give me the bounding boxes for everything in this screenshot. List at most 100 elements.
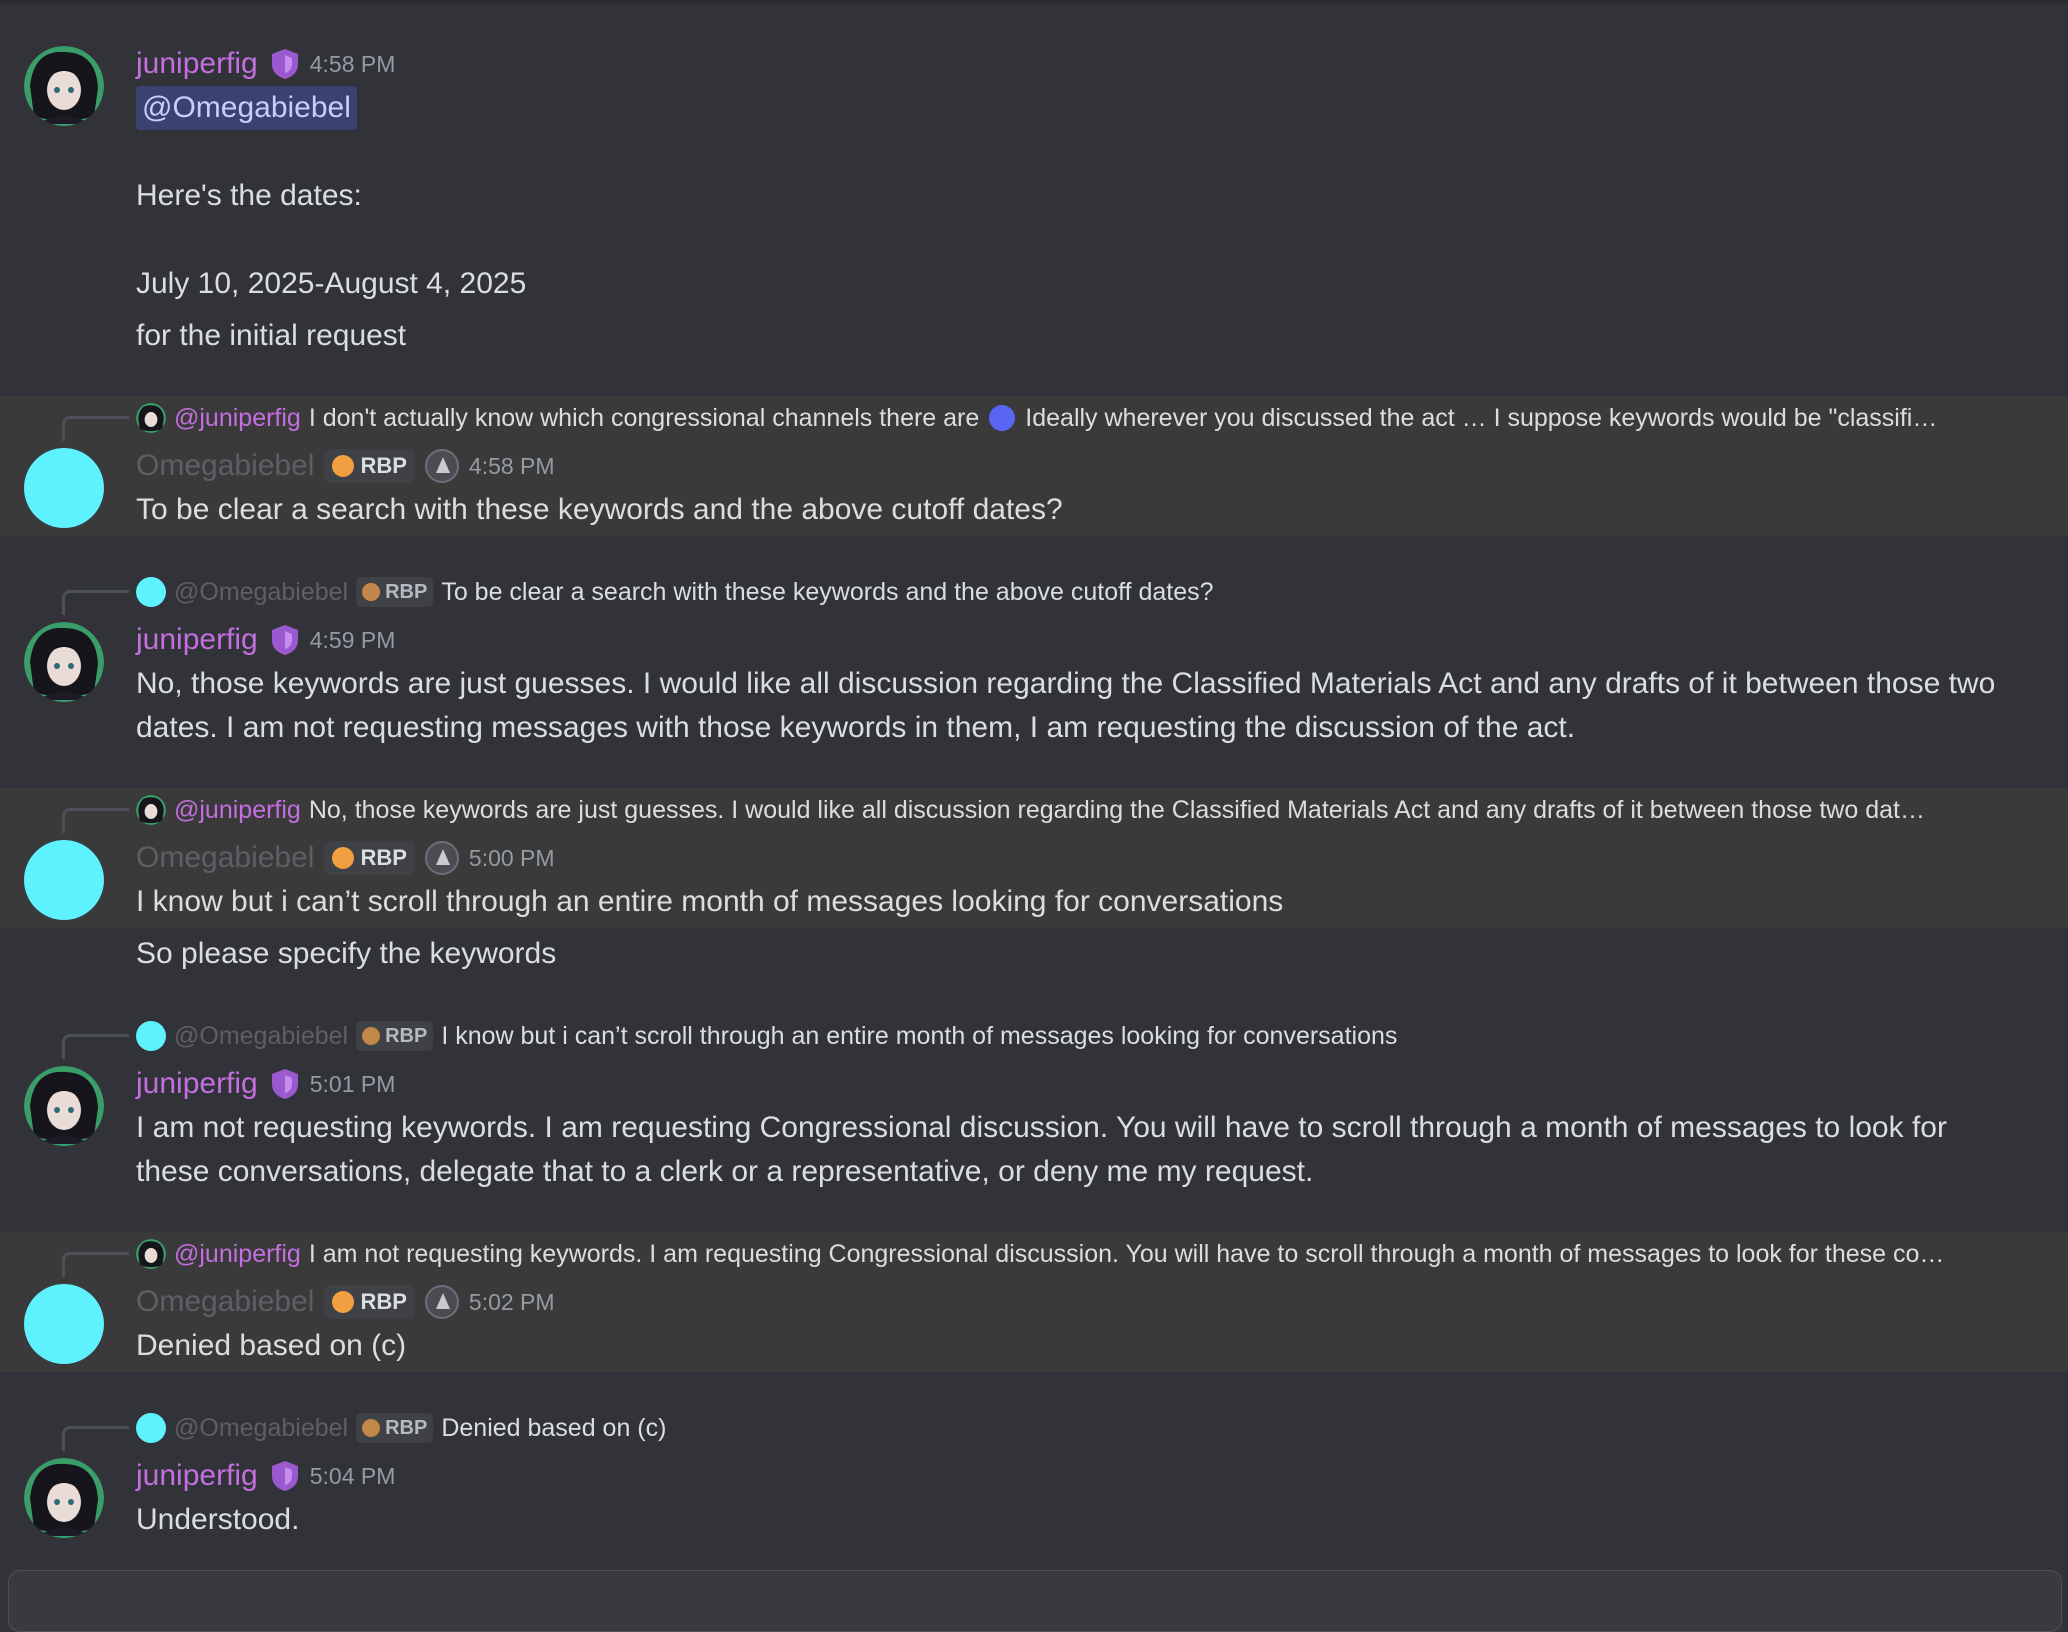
reply-text: I don't actually know which congressiona… (308, 403, 980, 432)
username[interactable]: Omegabiebel (136, 1285, 314, 1319)
capitol-badge-icon[interactable] (424, 449, 459, 483)
shield-icon (271, 625, 298, 655)
capitol-badge-icon[interactable] (424, 841, 459, 875)
reply-spine (62, 590, 129, 615)
message-header: Omegabiebel RBP 4:58 PM (136, 446, 555, 486)
juniperfig-avatar[interactable] (24, 622, 104, 702)
eyes-emoji-icon (989, 405, 1016, 431)
reply-role-tag: RBP (356, 1413, 434, 1443)
reply-username[interactable]: @Omegabiebel (174, 1022, 348, 1051)
flame-ball-icon (332, 847, 355, 869)
reply-preview[interactable]: @Omegabiebel RBP Denied based on (c) (136, 1410, 666, 1446)
reply-role-tag-label: RBP (385, 1024, 428, 1047)
timestamp: 4:58 PM (309, 50, 396, 77)
reply-avatar (136, 577, 166, 607)
flame-ball-icon (362, 583, 381, 601)
message-header: juniperfig 4:59 PM (136, 620, 395, 660)
message-juniperfig-2: @Omegabiebel RBP To be clear a search wi… (0, 570, 2068, 770)
role-tag-label: RBP (360, 453, 407, 478)
reply-spine (62, 808, 129, 833)
message-line: @Omegabiebel (136, 86, 357, 130)
reply-preview[interactable]: @juniperfig No, those keywords are just … (136, 792, 1925, 828)
message-header: Omegabiebel RBP 5:00 PM (136, 838, 555, 878)
reply-spine (62, 1034, 129, 1059)
top-divider (0, 0, 2068, 4)
shield-icon (271, 49, 298, 79)
role-tag[interactable]: RBP (324, 449, 415, 483)
reply-text-continued: Ideally wherever you discussed the act …… (1025, 403, 1938, 432)
reply-preview[interactable]: @Omegabiebel RBP To be clear a search wi… (136, 574, 1214, 610)
timestamp: 5:04 PM (309, 1462, 396, 1489)
username[interactable]: Omegabiebel (136, 841, 314, 875)
username[interactable]: juniperfig (136, 1459, 258, 1493)
message-line: Here's the dates: (136, 179, 362, 212)
role-tag-label: RBP (360, 845, 407, 870)
timestamp: 5:00 PM (468, 844, 555, 871)
omegabiebel-avatar[interactable] (24, 840, 104, 920)
role-tag[interactable]: RBP (324, 841, 415, 875)
reply-text: I know but i can’t scroll through an ent… (441, 1021, 1398, 1050)
reply-avatar (136, 1413, 166, 1443)
username[interactable]: juniperfig (136, 623, 258, 657)
reply-role-tag: RBP (356, 577, 434, 607)
message-followup: So please specify the keywords (136, 937, 557, 970)
timestamp: 5:02 PM (468, 1288, 555, 1315)
timestamp: 4:59 PM (309, 626, 396, 653)
flame-ball-icon (332, 455, 355, 477)
message-header: juniperfig 5:04 PM (136, 1456, 395, 1496)
reply-username[interactable]: @Omegabiebel (174, 1414, 348, 1443)
user-mention[interactable]: @Omegabiebel (136, 86, 357, 130)
omegabiebel-avatar[interactable] (24, 448, 104, 528)
reply-role-tag: RBP (356, 1021, 434, 1051)
capitol-badge-icon[interactable] (424, 1285, 459, 1319)
username[interactable]: juniperfig (136, 1067, 258, 1101)
reply-preview[interactable]: @Omegabiebel RBP I know but i can’t scro… (136, 1018, 1397, 1054)
message-header: Omegabiebel RBP 5:02 PM (136, 1282, 555, 1322)
reply-text: I am not requesting keywords. I am reque… (308, 1239, 1945, 1268)
shield-icon (271, 1069, 298, 1099)
reply-role-tag-label: RBP (385, 580, 428, 603)
shield-icon (271, 1461, 298, 1491)
message-text: Understood. (136, 1503, 300, 1536)
message-header: juniperfig 5:01 PM (136, 1064, 395, 1104)
juniperfig-avatar[interactable] (24, 46, 104, 126)
username[interactable]: juniperfig (136, 47, 258, 81)
username[interactable]: Omegabiebel (136, 449, 314, 483)
reply-text: No, those keywords are just guesses. I w… (308, 795, 1925, 824)
flame-ball-icon (362, 1027, 381, 1045)
flame-ball-icon (362, 1419, 381, 1437)
timestamp: 4:58 PM (468, 452, 555, 479)
message-header: juniperfig 4:58 PM (136, 44, 395, 84)
reply-spine (62, 416, 129, 441)
juniperfig-avatar[interactable] (24, 1066, 104, 1146)
reply-text: Denied based on (c) (441, 1413, 667, 1442)
reply-avatar (136, 795, 166, 825)
message-text: No, those keywords are just guesses. I w… (136, 667, 1996, 744)
role-tag[interactable]: RBP (324, 1285, 415, 1319)
message-omegabiebel-3: @juniperfig I am not requesting keywords… (0, 1232, 2068, 1372)
message-omegabiebel-2: @juniperfig No, those keywords are just … (0, 788, 2068, 928)
reply-username[interactable]: @Omegabiebel (174, 578, 348, 607)
reply-text: To be clear a search with these keywords… (441, 577, 1214, 606)
message-juniperfig-3: @Omegabiebel RBP I know but i can’t scro… (0, 1014, 2068, 1214)
message-juniperfig-4: @Omegabiebel RBP Denied based on (c) jun… (0, 1406, 2068, 1556)
message-text: I am not requesting keywords. I am reque… (136, 1111, 1947, 1188)
reply-spine (62, 1252, 129, 1277)
flame-ball-icon (332, 1291, 355, 1313)
omegabiebel-avatar[interactable] (24, 1284, 104, 1364)
reply-username[interactable]: @juniperfig (174, 796, 301, 825)
timestamp: 5:01 PM (309, 1070, 396, 1097)
message-juniperfig-1: juniperfig 4:58 PM @Omegabiebel Here's t… (0, 30, 2068, 390)
reply-preview[interactable]: @juniperfig I don't actually know which … (136, 400, 1937, 436)
message-composer[interactable] (8, 1570, 2062, 1632)
message-text: Denied based on (c) (136, 1329, 407, 1362)
message-line: July 10, 2025-August 4, 2025 (136, 267, 527, 300)
message-text: I know but i can’t scroll through an ent… (136, 885, 1284, 918)
message-omegabiebel-1: @juniperfig I don't actually know which … (0, 396, 2068, 536)
reply-preview[interactable]: @juniperfig I am not requesting keywords… (136, 1236, 1944, 1272)
reply-username[interactable]: @juniperfig (174, 1240, 301, 1269)
reply-username[interactable]: @juniperfig (174, 404, 301, 433)
reply-avatar (136, 1021, 166, 1051)
message-text: To be clear a search with these keywords… (136, 493, 1063, 526)
juniperfig-avatar[interactable] (24, 1458, 104, 1538)
